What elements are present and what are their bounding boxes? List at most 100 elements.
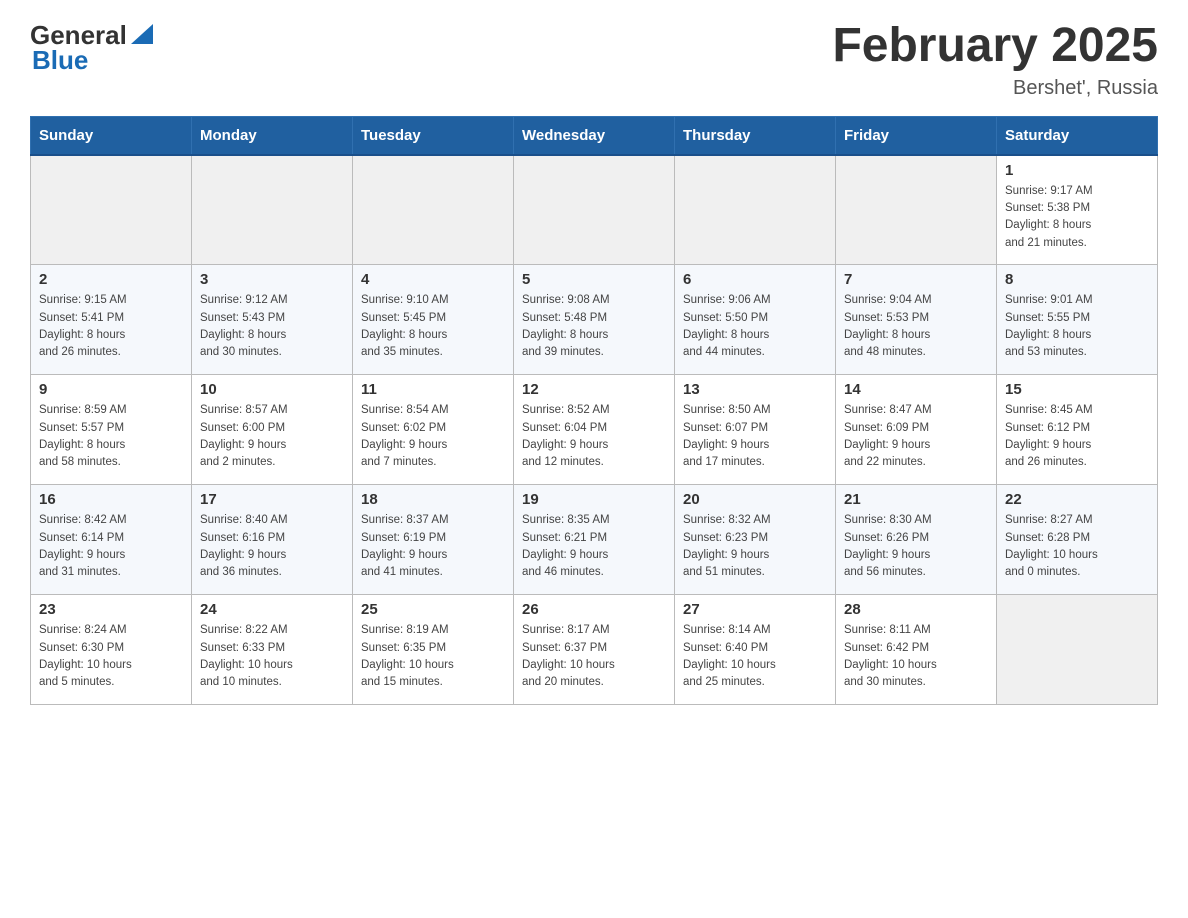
day-number: 6 — [683, 271, 827, 288]
day-number: 3 — [200, 271, 344, 288]
day-number: 8 — [1005, 271, 1149, 288]
table-row — [836, 155, 997, 265]
table-row: 23Sunrise: 8:24 AM Sunset: 6:30 PM Dayli… — [31, 595, 192, 705]
day-info: Sunrise: 8:35 AM Sunset: 6:21 PM Dayligh… — [522, 512, 666, 581]
day-info: Sunrise: 8:45 AM Sunset: 6:12 PM Dayligh… — [1005, 402, 1149, 471]
day-info: Sunrise: 8:42 AM Sunset: 6:14 PM Dayligh… — [39, 512, 183, 581]
table-row: 20 Sunrise: 8:32 AM Sunset: 6:23 PM Dayli… — [675, 485, 836, 595]
day-info: Sunrise: 8:30 AM Sunset: 6:26 PM Dayligh… — [844, 512, 988, 581]
day-number: 11 — [361, 381, 505, 398]
table-row: 1 Sunrise: 9:17 AM Sunset: 5:38 PM Daylig… — [997, 155, 1158, 265]
month-title: February 2025 — [832, 20, 1158, 73]
table-row: 18 Sunrise: 8:37 AM Sunset: 6:19 PM Dayli… — [353, 485, 514, 595]
day-number: 20 — [683, 491, 827, 508]
day-info: Sunrise: 8:17 AM Sunset: 6:37 PM Dayligh… — [522, 622, 666, 691]
day-info: Sunrise: 8:37 AM Sunset: 6:19 PM Dayligh… — [361, 512, 505, 581]
week-row-4: 16 Sunrise: 8:42 AM Sunset: 6:14 PM Dayli… — [31, 485, 1158, 595]
day-number: 19 — [522, 491, 666, 508]
table-row: 6 Sunrise: 9:06 AM Sunset: 5:50 PM Daylig… — [675, 265, 836, 375]
day-info: Sunrise: 9:17 AM Sunset: 5:38 PM Dayligh… — [1005, 183, 1149, 252]
header-tuesday: Tuesday — [353, 116, 514, 155]
day-number: 23 — [39, 601, 183, 618]
table-row: 11 Sunrise: 8:54 AM Sunset: 6:02 PM Dayli… — [353, 375, 514, 485]
table-row: 9 Sunrise: 8:59 AM Sunset: 5:57 PM Daylig… — [31, 375, 192, 485]
table-row — [514, 155, 675, 265]
day-info: Sunrise: 8:57 AM Sunset: 6:00 PM Dayligh… — [200, 402, 344, 471]
day-number: 22 — [1005, 491, 1149, 508]
day-info: Sunrise: 9:01 AM Sunset: 5:55 PM Dayligh… — [1005, 292, 1149, 361]
day-number: 12 — [522, 381, 666, 398]
header-sunday: Sunday — [31, 116, 192, 155]
day-number: 1 — [1005, 162, 1149, 179]
day-info: Sunrise: 8:19 AM Sunset: 6:35 PM Dayligh… — [361, 622, 505, 691]
day-number: 28 — [844, 601, 988, 618]
day-number: 14 — [844, 381, 988, 398]
location: Bershet', Russia — [832, 77, 1158, 100]
table-row: 28 Sunrise: 8:11 AM Sunset: 6:42 PM Dayli… — [836, 595, 997, 705]
week-row-3: 9 Sunrise: 8:59 AM Sunset: 5:57 PM Daylig… — [31, 375, 1158, 485]
table-row: 4 Sunrise: 9:10 AM Sunset: 5:45 PM Daylig… — [353, 265, 514, 375]
day-number: 9 — [39, 381, 183, 398]
week-row-1: 1 Sunrise: 9:17 AM Sunset: 5:38 PM Daylig… — [31, 155, 1158, 265]
table-row: 2 Sunrise: 9:15 AM Sunset: 5:41 PM Daylig… — [31, 265, 192, 375]
week-row-2: 2 Sunrise: 9:15 AM Sunset: 5:41 PM Daylig… — [31, 265, 1158, 375]
day-info: Sunrise: 9:08 AM Sunset: 5:48 PM Dayligh… — [522, 292, 666, 361]
day-number: 24 — [200, 601, 344, 618]
day-number: 26 — [522, 601, 666, 618]
table-row: 19 Sunrise: 8:35 AM Sunset: 6:21 PM Dayli… — [514, 485, 675, 595]
table-row: 15 Sunrise: 8:45 AM Sunset: 6:12 PM Dayli… — [997, 375, 1158, 485]
table-row: 10 Sunrise: 8:57 AM Sunset: 6:00 PM Dayli… — [192, 375, 353, 485]
table-row: 25 Sunrise: 8:19 AM Sunset: 6:35 PM Dayli… — [353, 595, 514, 705]
calendar-table: Sunday Monday Tuesday Wednesday Thursday… — [30, 116, 1158, 706]
day-number: 4 — [361, 271, 505, 288]
table-row — [31, 155, 192, 265]
day-info: Sunrise: 8:40 AM Sunset: 6:16 PM Dayligh… — [200, 512, 344, 581]
day-info: Sunrise: 9:10 AM Sunset: 5:45 PM Dayligh… — [361, 292, 505, 361]
day-number: 2 — [39, 271, 183, 288]
table-row: 27 Sunrise: 8:14 AM Sunset: 6:40 PM Dayli… — [675, 595, 836, 705]
day-info: Sunrise: 8:50 AM Sunset: 6:07 PM Dayligh… — [683, 402, 827, 471]
table-row: 26 Sunrise: 8:17 AM Sunset: 6:37 PM Dayli… — [514, 595, 675, 705]
day-number: 15 — [1005, 381, 1149, 398]
calendar-header-row: Sunday Monday Tuesday Wednesday Thursday… — [31, 116, 1158, 155]
day-number: 18 — [361, 491, 505, 508]
table-row: 3Sunrise: 9:12 AM Sunset: 5:43 PM Daylig… — [192, 265, 353, 375]
day-info: Sunrise: 8:52 AM Sunset: 6:04 PM Dayligh… — [522, 402, 666, 471]
table-row: 7 Sunrise: 9:04 AM Sunset: 5:53 PM Daylig… — [836, 265, 997, 375]
logo-triangle-icon — [131, 24, 153, 44]
day-info: Sunrise: 9:06 AM Sunset: 5:50 PM Dayligh… — [683, 292, 827, 361]
day-info: Sunrise: 8:11 AM Sunset: 6:42 PM Dayligh… — [844, 622, 988, 691]
table-row: 16 Sunrise: 8:42 AM Sunset: 6:14 PM Dayli… — [31, 485, 192, 595]
header-wednesday: Wednesday — [514, 116, 675, 155]
table-row: 21Sunrise: 8:30 AM Sunset: 6:26 PM Dayli… — [836, 485, 997, 595]
table-row: 24Sunrise: 8:22 AM Sunset: 6:33 PM Dayli… — [192, 595, 353, 705]
table-row — [675, 155, 836, 265]
table-row — [997, 595, 1158, 705]
page-header: General Blue February 2025 Bershet', Rus… — [30, 20, 1158, 100]
day-number: 5 — [522, 271, 666, 288]
day-number: 7 — [844, 271, 988, 288]
table-row: 22Sunrise: 8:27 AM Sunset: 6:28 PM Dayli… — [997, 485, 1158, 595]
table-row: 14 Sunrise: 8:47 AM Sunset: 6:09 PM Dayli… — [836, 375, 997, 485]
day-number: 16 — [39, 491, 183, 508]
day-info: Sunrise: 9:15 AM Sunset: 5:41 PM Dayligh… — [39, 292, 183, 361]
header-monday: Monday — [192, 116, 353, 155]
day-info: Sunrise: 8:32 AM Sunset: 6:23 PM Dayligh… — [683, 512, 827, 581]
day-info: Sunrise: 8:54 AM Sunset: 6:02 PM Dayligh… — [361, 402, 505, 471]
day-info: Sunrise: 8:14 AM Sunset: 6:40 PM Dayligh… — [683, 622, 827, 691]
day-info: Sunrise: 8:47 AM Sunset: 6:09 PM Dayligh… — [844, 402, 988, 471]
header-friday: Friday — [836, 116, 997, 155]
day-info: Sunrise: 8:59 AM Sunset: 5:57 PM Dayligh… — [39, 402, 183, 471]
day-number: 10 — [200, 381, 344, 398]
table-row: 13Sunrise: 8:50 AM Sunset: 6:07 PM Dayli… — [675, 375, 836, 485]
table-row: 17Sunrise: 8:40 AM Sunset: 6:16 PM Dayli… — [192, 485, 353, 595]
table-row: 12 Sunrise: 8:52 AM Sunset: 6:04 PM Dayli… — [514, 375, 675, 485]
week-row-5: 23Sunrise: 8:24 AM Sunset: 6:30 PM Dayli… — [31, 595, 1158, 705]
title-area: February 2025 Bershet', Russia — [832, 20, 1158, 100]
day-number: 27 — [683, 601, 827, 618]
header-saturday: Saturday — [997, 116, 1158, 155]
day-info: Sunrise: 9:04 AM Sunset: 5:53 PM Dayligh… — [844, 292, 988, 361]
table-row — [353, 155, 514, 265]
table-row: 5 Sunrise: 9:08 AM Sunset: 5:48 PM Daylig… — [514, 265, 675, 375]
day-number: 25 — [361, 601, 505, 618]
